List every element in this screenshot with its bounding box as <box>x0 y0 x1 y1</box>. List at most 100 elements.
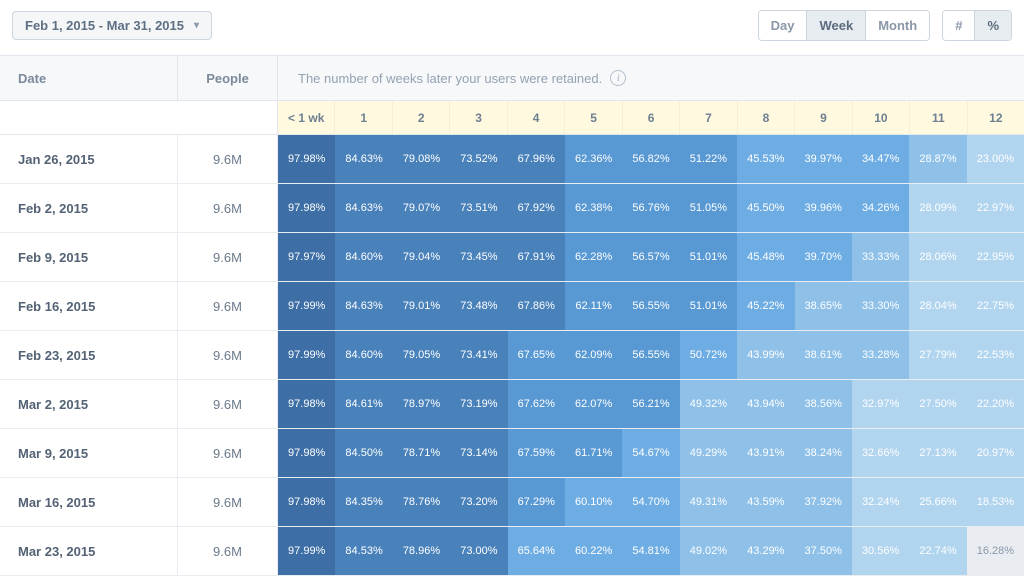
retention-cell[interactable]: 49.29% <box>680 429 737 477</box>
retention-cell[interactable]: 60.22% <box>565 527 622 575</box>
column-header[interactable]: 4 <box>507 101 564 134</box>
retention-cell[interactable]: 97.99% <box>278 527 335 575</box>
retention-cell[interactable]: 84.35% <box>335 478 392 526</box>
retention-cell[interactable]: 33.28% <box>852 331 909 379</box>
retention-cell[interactable]: 39.97% <box>795 135 852 183</box>
retention-cell[interactable]: 45.48% <box>737 233 794 281</box>
retention-cell[interactable]: 73.51% <box>450 184 507 232</box>
column-header[interactable]: 10 <box>852 101 909 134</box>
granularity-month[interactable]: Month <box>865 11 929 40</box>
retention-cell[interactable]: 73.41% <box>450 331 507 379</box>
retention-cell[interactable]: 62.07% <box>565 380 622 428</box>
retention-cell[interactable]: 45.50% <box>737 184 794 232</box>
column-header[interactable]: 12 <box>967 101 1024 134</box>
retention-cell[interactable]: 67.65% <box>508 331 565 379</box>
mode-count[interactable]: # <box>943 11 974 40</box>
retention-cell[interactable]: 79.04% <box>393 233 450 281</box>
retention-cell[interactable]: 97.98% <box>278 478 335 526</box>
retention-cell[interactable]: 27.79% <box>909 331 966 379</box>
retention-cell[interactable]: 27.50% <box>909 380 966 428</box>
retention-cell[interactable]: 67.92% <box>508 184 565 232</box>
retention-cell[interactable]: 97.98% <box>278 135 335 183</box>
retention-cell[interactable]: 30.56% <box>852 527 909 575</box>
retention-cell[interactable]: 97.98% <box>278 429 335 477</box>
retention-cell[interactable]: 50.72% <box>680 331 737 379</box>
retention-cell[interactable]: 54.67% <box>622 429 679 477</box>
retention-cell[interactable]: 97.99% <box>278 331 335 379</box>
retention-cell[interactable]: 78.96% <box>393 527 450 575</box>
retention-cell[interactable]: 45.22% <box>737 282 794 330</box>
retention-cell[interactable]: 73.45% <box>450 233 507 281</box>
retention-cell[interactable]: 67.96% <box>508 135 565 183</box>
retention-cell[interactable]: 23.00% <box>967 135 1024 183</box>
retention-cell[interactable]: 20.97% <box>967 429 1024 477</box>
retention-cell[interactable]: 79.01% <box>393 282 450 330</box>
retention-cell[interactable]: 62.28% <box>565 233 622 281</box>
retention-cell[interactable]: 97.98% <box>278 184 335 232</box>
retention-cell[interactable]: 39.96% <box>795 184 852 232</box>
retention-cell[interactable]: 79.07% <box>393 184 450 232</box>
retention-cell[interactable]: 51.01% <box>680 282 737 330</box>
retention-cell[interactable]: 49.31% <box>680 478 737 526</box>
retention-cell[interactable]: 97.98% <box>278 380 335 428</box>
retention-cell[interactable]: 33.30% <box>852 282 909 330</box>
retention-cell[interactable]: 56.21% <box>622 380 679 428</box>
date-range-picker[interactable]: Feb 1, 2015 - Mar 31, 2015 ▾ <box>12 11 212 40</box>
retention-cell[interactable]: 38.65% <box>795 282 852 330</box>
retention-cell[interactable]: 78.76% <box>393 478 450 526</box>
retention-cell[interactable]: 79.05% <box>393 331 450 379</box>
retention-cell[interactable]: 84.63% <box>335 184 392 232</box>
mode-percent[interactable]: % <box>974 11 1011 40</box>
retention-cell[interactable]: 97.99% <box>278 282 335 330</box>
retention-cell[interactable]: 84.53% <box>335 527 392 575</box>
retention-cell[interactable]: 56.55% <box>622 282 679 330</box>
retention-cell[interactable]: 67.86% <box>508 282 565 330</box>
retention-cell[interactable]: 65.64% <box>508 527 565 575</box>
retention-cell[interactable]: 28.04% <box>909 282 966 330</box>
retention-cell[interactable]: 16.28% <box>967 527 1024 575</box>
granularity-day[interactable]: Day <box>759 11 807 40</box>
retention-cell[interactable]: 27.13% <box>909 429 966 477</box>
column-header[interactable]: 2 <box>392 101 449 134</box>
column-header[interactable]: 3 <box>449 101 506 134</box>
retention-cell[interactable]: 60.10% <box>565 478 622 526</box>
retention-cell[interactable]: 51.05% <box>680 184 737 232</box>
retention-cell[interactable]: 32.24% <box>852 478 909 526</box>
info-icon[interactable]: i <box>610 70 626 86</box>
column-header[interactable]: 5 <box>564 101 621 134</box>
column-header[interactable]: 11 <box>909 101 966 134</box>
retention-cell[interactable]: 62.36% <box>565 135 622 183</box>
retention-cell[interactable]: 43.94% <box>737 380 794 428</box>
retention-cell[interactable]: 62.11% <box>565 282 622 330</box>
retention-cell[interactable]: 56.76% <box>622 184 679 232</box>
retention-cell[interactable]: 67.29% <box>508 478 565 526</box>
retention-cell[interactable]: 62.09% <box>565 331 622 379</box>
retention-cell[interactable]: 38.24% <box>795 429 852 477</box>
column-header[interactable]: 6 <box>622 101 679 134</box>
column-header[interactable]: 9 <box>794 101 851 134</box>
retention-cell[interactable]: 54.81% <box>622 527 679 575</box>
column-header[interactable]: 7 <box>679 101 736 134</box>
retention-cell[interactable]: 56.82% <box>622 135 679 183</box>
retention-cell[interactable]: 84.50% <box>335 429 392 477</box>
retention-cell[interactable]: 38.61% <box>795 331 852 379</box>
retention-cell[interactable]: 43.99% <box>737 331 794 379</box>
retention-cell[interactable]: 22.53% <box>967 331 1024 379</box>
retention-cell[interactable]: 51.01% <box>680 233 737 281</box>
retention-cell[interactable]: 67.59% <box>508 429 565 477</box>
granularity-week[interactable]: Week <box>806 11 865 40</box>
retention-cell[interactable]: 78.71% <box>393 429 450 477</box>
retention-cell[interactable]: 43.91% <box>737 429 794 477</box>
retention-cell[interactable]: 49.32% <box>680 380 737 428</box>
retention-cell[interactable]: 97.97% <box>278 233 335 281</box>
retention-cell[interactable]: 32.97% <box>852 380 909 428</box>
column-header[interactable]: 8 <box>737 101 794 134</box>
retention-cell[interactable]: 28.06% <box>909 233 966 281</box>
retention-cell[interactable]: 25.66% <box>909 478 966 526</box>
retention-cell[interactable]: 32.66% <box>852 429 909 477</box>
retention-cell[interactable]: 34.26% <box>852 184 909 232</box>
retention-cell[interactable]: 78.97% <box>393 380 450 428</box>
retention-cell[interactable]: 67.62% <box>508 380 565 428</box>
retention-cell[interactable]: 79.08% <box>393 135 450 183</box>
retention-cell[interactable]: 43.59% <box>737 478 794 526</box>
